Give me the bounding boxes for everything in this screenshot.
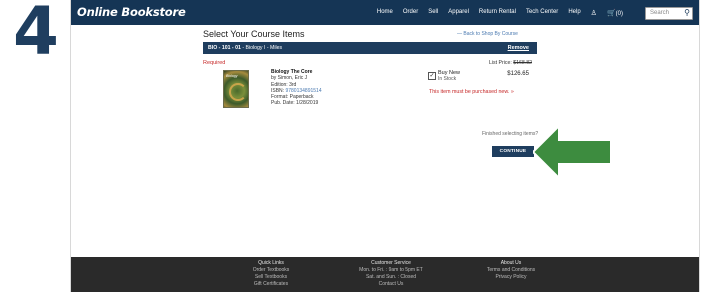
list-price-label: List Price: [489,60,512,66]
book-pub-date: Pub. Date: 1/28/2019 [271,100,319,107]
footer: Quick Links Order Textbooks Sell Textboo… [71,257,699,292]
user-icon[interactable]: ♙ [591,9,597,17]
nav-apparel[interactable]: Apparel [448,9,469,17]
top-navigation-bar: Online Bookstore Home Order Sell Apparel… [71,0,699,25]
course-details: - Biology I - Miles [242,45,283,51]
course-label: BIO - 101 - 01 - Biology I - Miles [208,45,282,51]
footer-heading-about: About Us [500,260,522,266]
book-cover-image: Biology [223,70,249,108]
list-price-value: $168.82 [513,60,532,66]
nav-tech-center[interactable]: Tech Center [526,9,558,17]
back-to-shop-link[interactable]: — Back to Shop By Course [457,31,518,37]
isbn-link[interactable]: 9780134891514 [285,88,321,94]
required-label: Required [203,60,226,66]
isbn-label: ISBN: [271,87,285,94]
footer-link[interactable]: Terms and Conditions [471,267,551,274]
step-number: 4 [13,0,59,70]
remove-course-button[interactable]: Remove [508,45,529,51]
buy-new-checkbox[interactable]: ✓ [428,72,436,80]
store-logo[interactable]: Online Bookstore [77,5,186,19]
nav-return-rental[interactable]: Return Rental [479,9,516,17]
course-bar: BIO - 101 - 01 - Biology I - Miles Remov… [203,42,537,54]
footer-quick-links: Quick Links Order Textbooks Sell Textboo… [241,260,301,288]
cart-icon: 🛒 [606,10,616,17]
search-icon[interactable]: ⚲ [684,8,690,17]
nav-help[interactable]: Help [568,9,580,17]
green-arrow-icon [533,123,612,181]
page-title: Select Your Course Items [203,29,305,39]
course-code: BIO - 101 - 01 [208,45,241,51]
continue-button[interactable]: CONTINUE [492,146,534,157]
book-cover-title: Biology [226,74,238,78]
cover-spiral [229,83,247,101]
footer-heading-customer-service: Customer Service [371,260,411,266]
footer-heading-quick-links: Quick Links [258,260,284,266]
footer-hours: Sat. and Sun. : Closed [365,274,417,280]
footer-link[interactable]: Gift Certificates [241,281,301,288]
search-input[interactable]: Search ⚲ [645,7,693,20]
cart-button[interactable]: 🛒(0) [607,9,623,17]
buy-option: Buy New In Stock [438,70,460,82]
cart-count: (0) [615,11,623,17]
footer-about: About Us Terms and Conditions Privacy Po… [471,260,551,281]
stock-status: In Stock [438,76,457,82]
footer-link[interactable]: Sell Textbooks [241,274,301,281]
footer-link[interactable]: Contact Us [346,281,436,288]
finished-prompt: Finished selecting items? [482,131,539,137]
nav-home[interactable]: Home [377,9,393,17]
search-placeholder: Search [650,10,670,16]
must-purchase-new-notice[interactable]: This item must be purchased new. » [429,89,514,95]
list-price: List Price: $168.82 [489,60,532,66]
nav-sell[interactable]: Sell [428,9,438,17]
footer-link[interactable]: Privacy Policy [471,274,551,281]
footer-link[interactable]: Order Textbooks [241,267,301,274]
book-details: Biology The Core by Simon, Eric J Editio… [271,69,322,107]
main-nav: Home Order Sell Apparel Return Rental Te… [377,9,623,17]
item-price: $126.65 [507,71,529,77]
nav-order[interactable]: Order [403,9,418,17]
footer-hours: Mon. to Fri. : 9am to 5pm ET [359,267,423,273]
footer-customer-service: Customer Service Mon. to Fri. : 9am to 5… [346,260,436,288]
